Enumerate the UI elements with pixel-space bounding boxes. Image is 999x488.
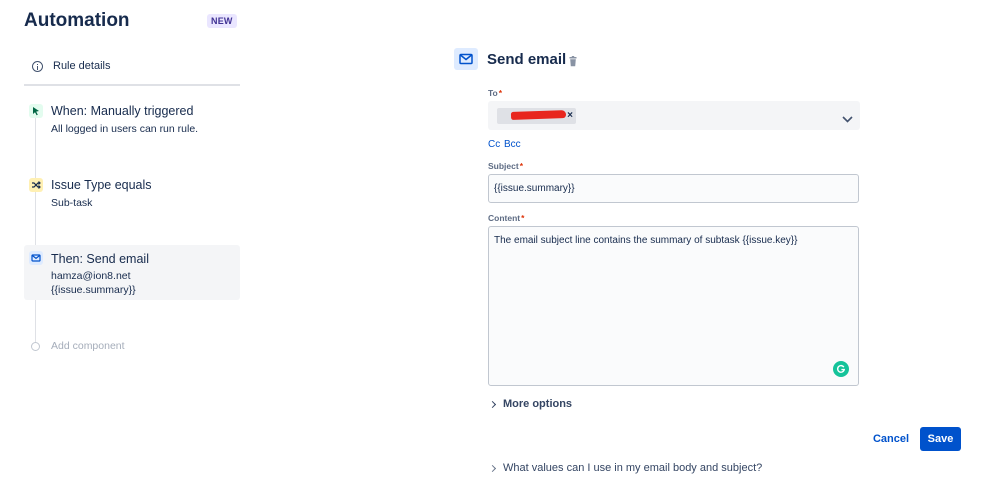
rule-step-action[interactable]: Then: Send email hamza@ion8.net {{issue.…: [24, 245, 240, 300]
recipient-chip: ×: [497, 108, 576, 124]
shuffle-icon: [29, 178, 43, 192]
step-recipient: hamza@ion8.net: [51, 270, 131, 282]
to-field[interactable]: ×: [488, 101, 860, 130]
email-icon: [29, 251, 43, 265]
cc-link[interactable]: Cc: [488, 139, 500, 150]
rule-step-condition[interactable]: Issue Type equals Sub-task: [24, 178, 240, 209]
email-values-help-toggle[interactable]: What values can I use in my email body a…: [488, 462, 763, 474]
step-description: All logged in users can run rule.: [51, 123, 199, 135]
add-component-button[interactable]: Add component: [31, 340, 125, 352]
redacted-recipient: [510, 110, 567, 120]
subject-label-text: Subject: [488, 161, 519, 171]
content-value: The email subject line contains the summ…: [494, 235, 798, 246]
help-label: What values can I use in my email body a…: [503, 462, 763, 474]
rule-step-trigger[interactable]: When: Manually triggered All logged in u…: [24, 104, 240, 135]
more-options-label: More options: [503, 398, 573, 410]
cancel-button[interactable]: Cancel: [868, 427, 914, 451]
rule-details-item[interactable]: Rule details: [24, 56, 240, 86]
content-textarea[interactable]: The email subject line contains the summ…: [488, 226, 859, 386]
step-title: Then: Send email: [51, 252, 149, 266]
subject-input[interactable]: {{issue.summary}}: [488, 174, 859, 203]
content-label: Content*: [488, 213, 524, 223]
trash-icon[interactable]: [568, 54, 578, 72]
chevron-down-icon[interactable]: [842, 110, 853, 128]
step-title: When: Manually triggered: [51, 104, 194, 118]
more-options-toggle[interactable]: More options: [488, 398, 573, 410]
chip-remove-icon[interactable]: ×: [567, 109, 573, 123]
panel-title: Send email: [487, 51, 567, 68]
app-title: Automation: [24, 10, 130, 31]
save-button[interactable]: Save: [920, 427, 961, 451]
rule-details-label: Rule details: [53, 60, 111, 72]
timeline-connector: [35, 112, 36, 344]
grammarly-icon[interactable]: [833, 361, 849, 377]
info-icon: [32, 61, 43, 72]
subject-value: {{issue.summary}}: [494, 183, 575, 194]
cursor-click-icon: [29, 104, 43, 118]
step-title: Issue Type equals: [51, 178, 152, 192]
required-marker: *: [521, 213, 525, 223]
step-description: Sub-task: [51, 197, 93, 209]
chevron-right-icon: [488, 464, 497, 472]
chevron-right-icon: [488, 400, 497, 408]
add-component-label: Add component: [51, 340, 125, 352]
required-marker: *: [519, 161, 524, 171]
new-badge: NEW: [207, 14, 237, 28]
subject-label: Subject*: [488, 161, 523, 171]
content-label-text: Content: [488, 213, 521, 223]
bcc-link[interactable]: Bcc: [504, 139, 521, 150]
required-marker: *: [498, 88, 503, 98]
step-subject: {{issue.summary}}: [51, 284, 136, 296]
email-icon: [454, 48, 478, 70]
add-component-circle-icon: [31, 341, 40, 351]
to-label: To*: [488, 88, 502, 98]
to-label-text: To: [488, 88, 498, 98]
